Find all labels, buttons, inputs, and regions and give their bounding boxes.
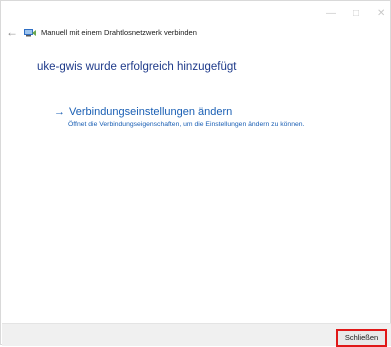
page-heading: uke-gwis wurde erfolgreich hinzugefügt [37,61,237,73]
dialog-footer: Schließen [2,323,391,347]
arrow-right-icon: → [54,106,65,118]
dialog-window: — □ ✕ ← Manuell mit einem Drahtlosnetzwe… [0,0,391,347]
minimize-icon[interactable]: — [326,9,336,19]
maximize-icon[interactable]: □ [353,9,359,19]
change-settings-link-label[interactable]: Verbindungseinstellungen ändern [69,106,232,118]
change-settings-description: Öffnet die Verbindungseigenschaften, um … [68,121,305,128]
window-title: Manuell mit einem Drahtlosnetzwerk verbi… [41,28,197,37]
back-arrow-icon[interactable]: ← [6,25,18,39]
close-window-icon[interactable]: ✕ [377,9,385,19]
title-bar: ← Manuell mit einem Drahtlosnetzwerk ver… [1,23,390,43]
wireless-network-icon [24,29,36,37]
change-settings-option[interactable]: → Verbindungseinstellungen ändern Öffnet … [54,105,344,129]
change-settings-link[interactable]: → Verbindungseinstellungen ändern [54,105,344,119]
close-button[interactable]: Schließen [336,329,387,347]
